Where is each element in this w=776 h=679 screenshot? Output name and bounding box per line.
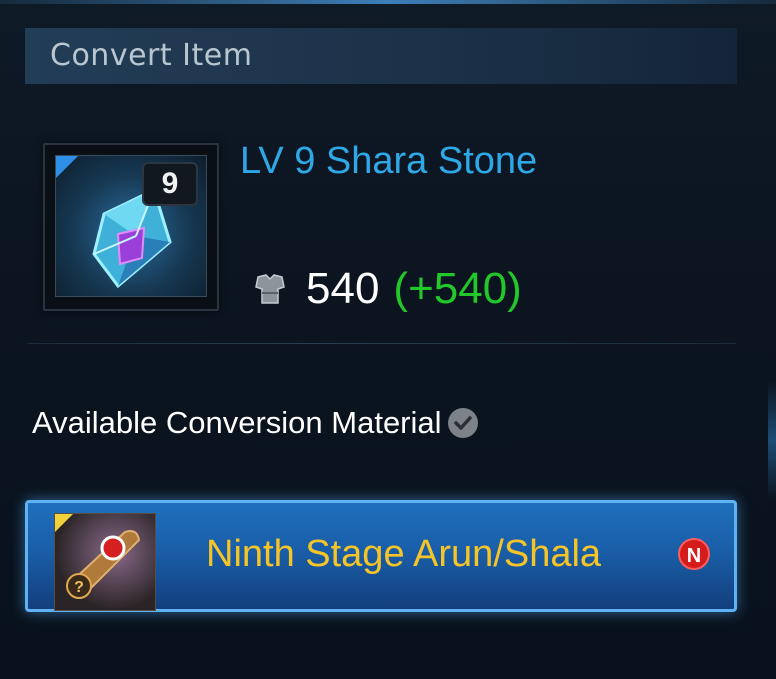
scroll-icon: ?: [54, 513, 156, 611]
material-section-label: Available Conversion Material: [32, 405, 478, 441]
material-label-text: Available Conversion Material: [32, 405, 442, 440]
shara-stone-gem-icon: 9: [55, 155, 207, 297]
section-divider: [28, 343, 736, 344]
panel-title: Convert Item: [50, 38, 253, 73]
new-badge: N: [678, 538, 710, 570]
item-slot[interactable]: 9: [43, 143, 219, 311]
conversion-material-option[interactable]: ? Ninth Stage Arun/Shala N: [25, 500, 737, 612]
rarity-corner: [55, 514, 73, 532]
stat-row: 540 (+540): [250, 262, 522, 316]
check-circle-icon[interactable]: [447, 408, 478, 438]
top-border: [0, 0, 776, 4]
rarity-corner: [56, 156, 78, 178]
material-name: Ninth Stage Arun/Shala: [206, 533, 602, 575]
side-glow: [768, 380, 776, 500]
stat-delta: (+540): [393, 264, 522, 313]
stat-value: 540: [306, 264, 380, 313]
armor-icon: [255, 274, 285, 304]
item-name: LV 9 Shara Stone: [240, 140, 538, 182]
panel-header: Convert Item: [25, 28, 737, 84]
item-level-badge: 9: [142, 162, 198, 206]
svg-text:?: ?: [74, 579, 84, 596]
